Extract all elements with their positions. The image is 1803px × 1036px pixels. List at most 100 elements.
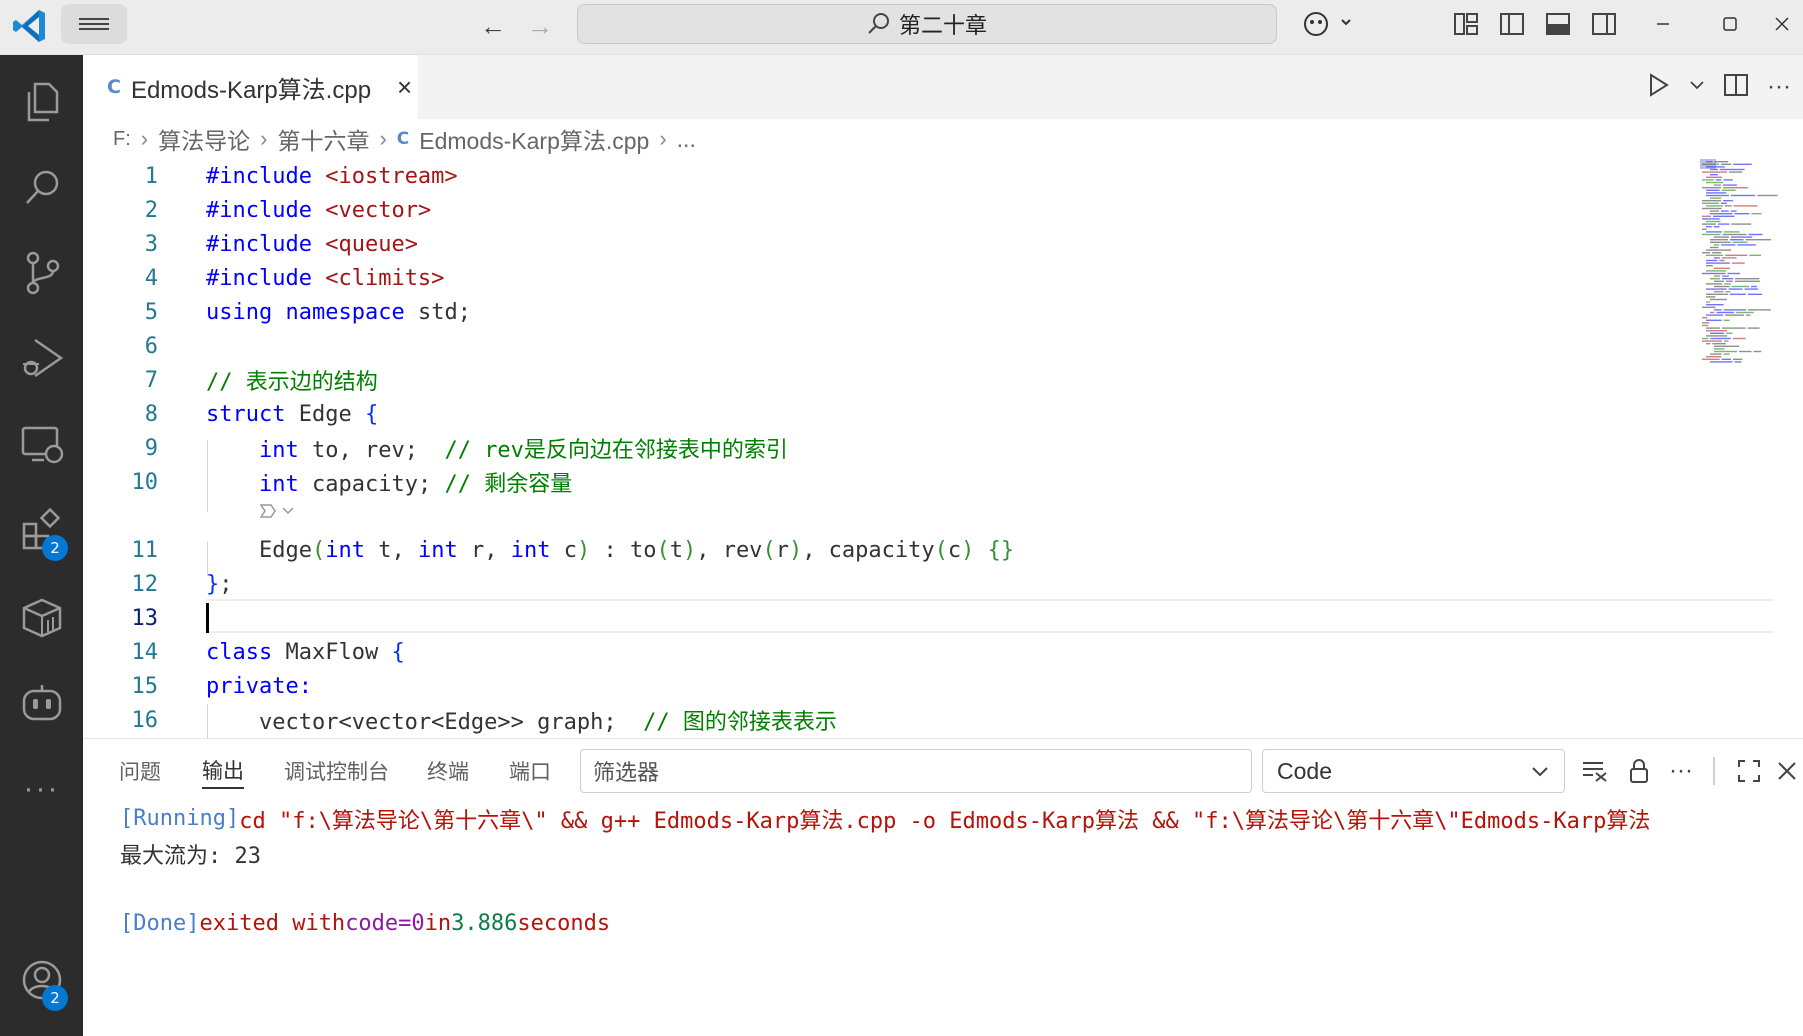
output-done-tag: [Done] (120, 911, 200, 936)
inline-chat-hint-icon[interactable] (257, 499, 297, 528)
toggle-secondary-sidebar-icon[interactable] (1586, 6, 1622, 42)
minimap-line (1706, 288, 1727, 290)
close-tab-icon[interactable]: × (397, 72, 412, 103)
code-comment: // 表示边的结构 (206, 370, 378, 395)
search-icon (868, 13, 889, 34)
toggle-panel-icon[interactable] (1540, 6, 1576, 42)
panel-tab-debug-console[interactable]: 调试控制台 (284, 753, 389, 789)
minimap-line (1747, 293, 1762, 295)
remote-explorer-icon[interactable] (0, 410, 83, 480)
extensions-icon[interactable]: 2 (0, 495, 83, 565)
minimap-line (1706, 293, 1728, 295)
copilot-chat-icon[interactable] (0, 667, 83, 737)
panel-tab-terminal[interactable]: 终端 (427, 753, 469, 789)
copilot-icon[interactable] (1298, 6, 1358, 42)
line-number: 6 (144, 333, 158, 359)
command-center-search[interactable]: 第二十章 (577, 4, 1277, 44)
text-cursor (206, 603, 209, 633)
lock-scroll-icon[interactable] (1621, 753, 1657, 789)
minimap-line (1724, 283, 1731, 285)
close-window-icon[interactable] (1774, 6, 1803, 42)
close-panel-icon[interactable] (1776, 753, 1803, 789)
breadcrumb-item[interactable]: ... (677, 126, 696, 153)
panel-tab-ports[interactable]: 端口 (509, 753, 551, 789)
output-content: [Running] cd "f:\算法导论\第十六章\" && g++ Edmo… (120, 801, 1800, 941)
chevron-down-icon[interactable] (1689, 77, 1705, 98)
minimap-line (1749, 254, 1762, 256)
split-editor-icon[interactable] (1723, 72, 1749, 103)
code-line: 1 #include <iostream> (83, 159, 1693, 193)
minimap-line (1710, 246, 1719, 249)
minimap-line (1702, 223, 1716, 225)
code-token: r (775, 537, 789, 563)
more-actions-icon[interactable]: ··· (1767, 73, 1791, 101)
code-token: {} (987, 537, 1015, 563)
package-icon[interactable] (0, 582, 83, 652)
code-token: int (417, 537, 458, 563)
chevron-right-icon: › (260, 126, 268, 151)
breadcrumb-item[interactable]: 算法导论 (158, 122, 250, 156)
minimap-line (1721, 275, 1729, 277)
code-token: ) (682, 537, 697, 563)
code-token: using (206, 299, 273, 325)
minimap-line (1729, 293, 1746, 295)
minimap-line (1737, 244, 1756, 246)
minimap-line (1721, 210, 1729, 212)
breadcrumb: F: › 算法导论 › 第十六章 › C Edmods-Karp算法.cpp ›… (83, 119, 1803, 159)
minimap-line (1717, 223, 1730, 225)
code-token: c (563, 537, 577, 563)
minimap-line (1714, 161, 1729, 163)
source-control-icon[interactable] (0, 238, 83, 308)
forward-arrow-icon[interactable]: → (522, 8, 558, 44)
minimap-line (1706, 254, 1724, 256)
more-views-icon[interactable]: ··· (0, 754, 83, 824)
breadcrumb-item[interactable]: 第十六章 (277, 122, 369, 156)
chevron-right-icon: › (140, 126, 149, 151)
menu-button[interactable] (61, 4, 127, 44)
search-icon[interactable] (0, 153, 83, 223)
minimap-line (1739, 350, 1752, 353)
back-arrow-icon[interactable]: ← (475, 8, 511, 44)
minimap-line (1730, 210, 1737, 212)
output-filter-input[interactable]: 筛选器 (580, 749, 1252, 793)
code-token: class (206, 639, 273, 665)
breadcrumb-item[interactable]: Edmods-Karp算法.cpp (419, 122, 649, 156)
panel-tab-output[interactable]: 输出 (202, 753, 244, 789)
code-editor[interactable]: 1 #include <iostream> 2 #include <vector… (83, 159, 1803, 738)
minimize-icon[interactable] (1643, 6, 1683, 42)
run-and-debug-icon[interactable] (0, 323, 83, 393)
minimap-line (1721, 189, 1736, 191)
line-number: 13 (131, 605, 159, 631)
tab-edmods-karp[interactable]: C Edmods-Karp算法.cpp × (83, 55, 418, 119)
minimap-line (1706, 270, 1727, 272)
explorer-icon[interactable] (0, 67, 83, 137)
more-actions-icon[interactable]: ··· (1663, 753, 1699, 789)
maximize-icon[interactable] (1710, 6, 1750, 42)
minimap-line (1725, 254, 1748, 256)
maximize-panel-icon[interactable] (1731, 753, 1767, 789)
code-token: ) (576, 537, 591, 563)
line-number: 10 (131, 469, 159, 495)
accounts-icon[interactable]: 2 (0, 945, 83, 1015)
minimap-slider[interactable] (1700, 159, 1716, 169)
customize-layout-icon[interactable] (1448, 6, 1484, 42)
toggle-primary-sidebar-icon[interactable] (1494, 6, 1530, 42)
code-token: c (947, 537, 962, 563)
breadcrumb-item[interactable]: F: (113, 128, 131, 151)
run-icon[interactable] (1645, 72, 1671, 103)
code-token: Edge (298, 401, 352, 427)
minimap-line (1735, 311, 1754, 314)
code-token: std; (417, 299, 471, 325)
minimap-line (1733, 205, 1758, 207)
minimap[interactable] (1700, 159, 1790, 399)
minimap-line (1706, 176, 1723, 178)
output-panel: 问题 输出 调试控制台 终端 端口 筛选器 Code ··· [Running]… (83, 738, 1803, 1036)
code-token: #include (206, 163, 312, 189)
panel-tab-problems[interactable]: 问题 (119, 753, 161, 789)
output-channel-select[interactable]: Code (1262, 749, 1565, 793)
minimap-line (1732, 241, 1748, 243)
chevron-right-icon: › (379, 126, 387, 151)
clear-output-icon[interactable] (1577, 753, 1613, 789)
code-token: { (364, 401, 379, 427)
minimap-line (1702, 324, 1709, 327)
